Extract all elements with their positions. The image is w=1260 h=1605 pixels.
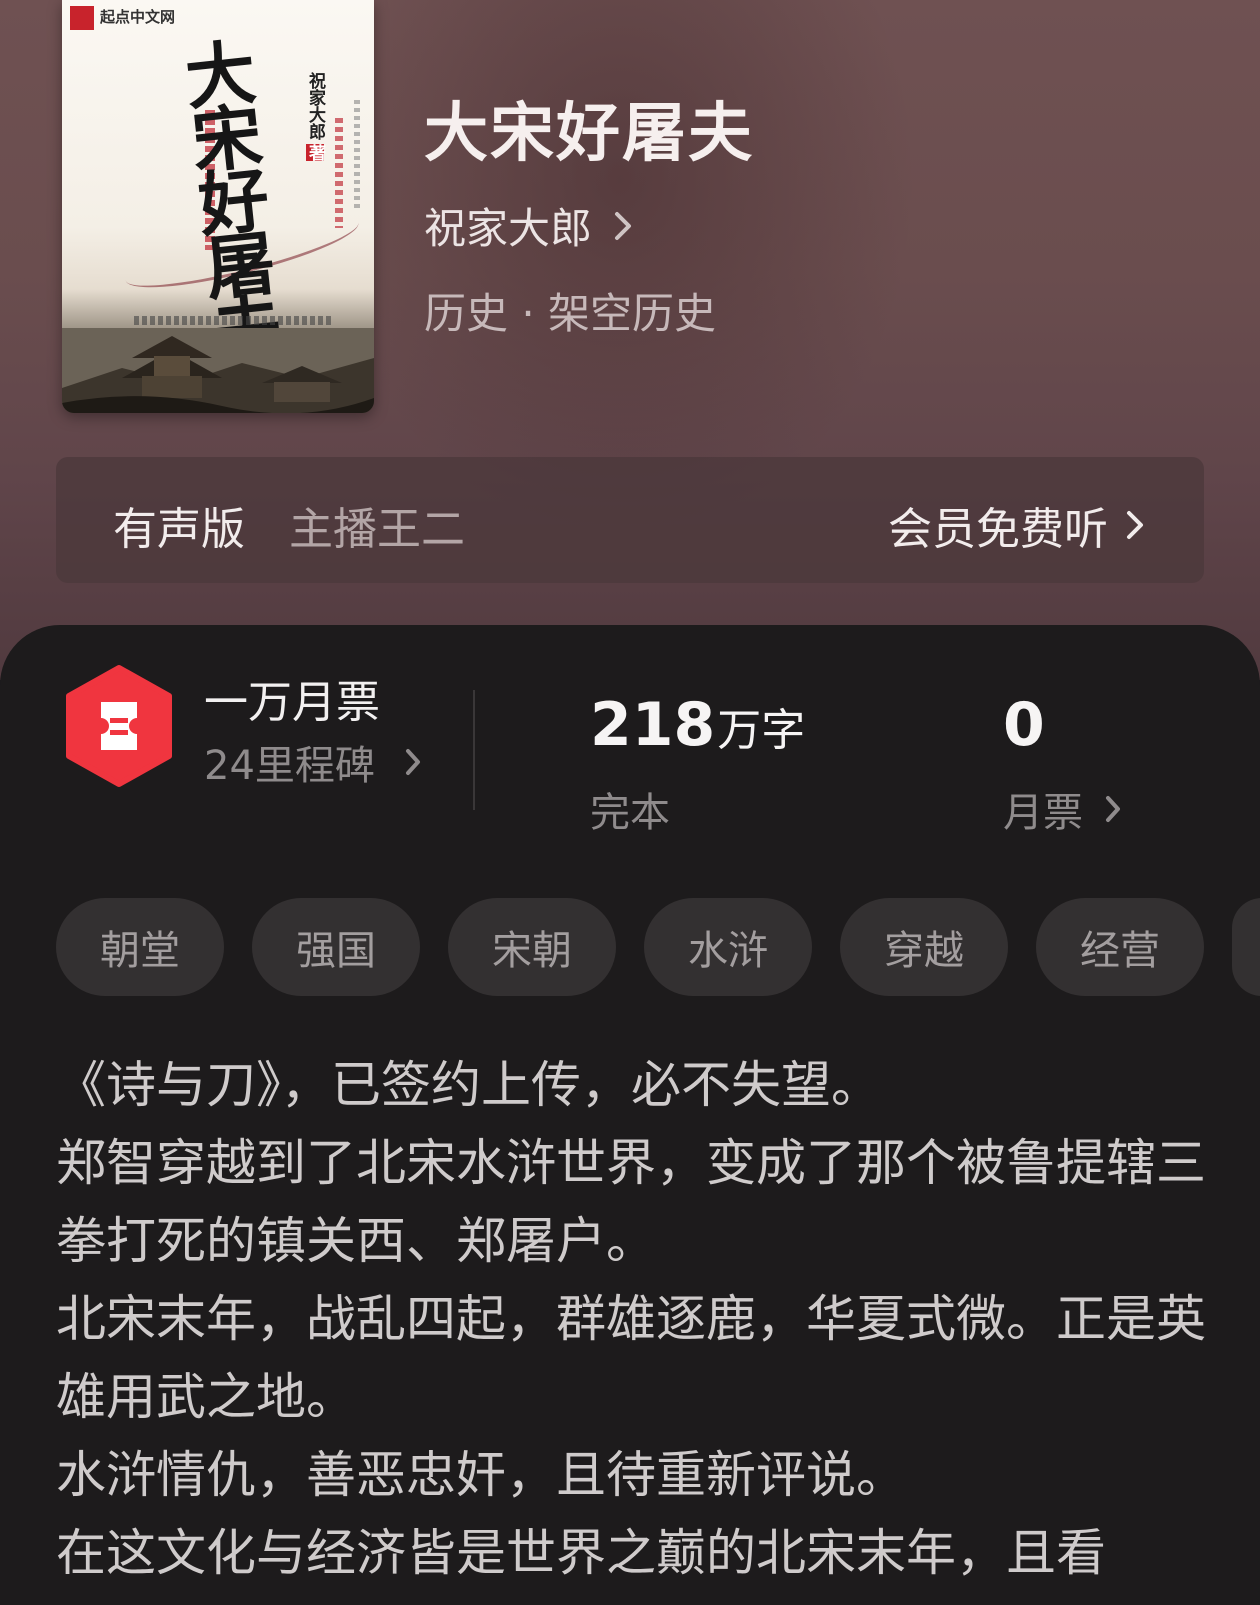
cover-author: 祝家大郎著: [305, 72, 325, 161]
chevron-right-icon: [614, 211, 632, 241]
monthly-ticket-icon: [66, 665, 172, 787]
tag-list: 朝堂 强国 宋朝 水浒 穿越 经营: [56, 898, 1204, 996]
book-synopsis[interactable]: 《诗与刀》，已签约上传，必不失望。 郑智穿越到了北宋水浒世界，变成了那个被鲁提辖…: [56, 1046, 1236, 1592]
chevron-right-icon: [1126, 510, 1144, 540]
genre-label[interactable]: 历史 · 架空历史: [424, 280, 716, 341]
audio-label: 有声版: [113, 504, 245, 555]
word-count-unit: 万字: [717, 705, 806, 756]
tag-chip[interactable]: 穿越: [840, 898, 1008, 996]
milestone-title[interactable]: 一万月票: [204, 666, 380, 730]
book-title: 大宋好屠夫: [424, 96, 754, 171]
cover-author-name: 祝家大郎: [305, 72, 325, 140]
tag-chip[interactable]: 宋朝: [448, 898, 616, 996]
milestone-link[interactable]: 24里程碑: [204, 733, 421, 791]
book-cover[interactable]: 起点中文网 大宋好屠夫 祝家大郎著: [62, 0, 374, 413]
cover-zhu-mark: 著: [305, 144, 325, 161]
chevron-right-icon: [405, 748, 421, 776]
audio-version-bar[interactable]: 有声版 主播王二 会员免费听: [56, 457, 1204, 583]
synopsis-paragraph: 《诗与刀》，已签约上传，必不失望。: [56, 1056, 881, 1114]
qidian-logo-icon: [70, 6, 94, 30]
monthly-ticket-link[interactable]: 月票: [1003, 780, 1121, 838]
tag-chip[interactable]: 经营: [1036, 898, 1204, 996]
synopsis-paragraph: 北宋末年，战乱四起，群雄逐鹿，华夏式微。正是英雄用武之地。: [56, 1290, 1206, 1426]
tag-chip-overflow[interactable]: [1232, 898, 1260, 996]
audio-host: 主播王二: [289, 504, 465, 555]
chevron-right-icon: [1105, 795, 1121, 823]
member-free-listen-button[interactable]: 会员免费听: [888, 493, 1144, 557]
author-link[interactable]: 祝家大郎: [424, 195, 632, 256]
author-name: 祝家大郎: [424, 204, 593, 253]
tag-chip[interactable]: 强国: [252, 898, 420, 996]
completion-status: 完本: [590, 790, 670, 836]
synopsis-paragraph: 在这文化与经济皆是世界之巅的北宋末年，且看: [56, 1524, 1106, 1582]
cover-brand: 起点中文网: [100, 8, 176, 26]
word-count-value: 218: [590, 690, 716, 760]
monthly-ticket-label: 月票: [1003, 790, 1083, 836]
synopsis-paragraph: 郑智穿越到了北宋水浒世界，变成了那个被鲁提辖三拳打死的镇关西、郑屠户。: [56, 1134, 1206, 1270]
member-free-listen-label: 会员免费听: [888, 504, 1108, 555]
cover-red-calligraphy: [335, 118, 343, 228]
stats-divider: [473, 690, 475, 810]
milestone-sub: 24里程碑: [204, 743, 375, 789]
monthly-ticket-count: 0: [1003, 690, 1045, 760]
tag-chip[interactable]: 朝堂: [56, 898, 224, 996]
pagoda-illustration: [62, 328, 374, 413]
tag-chip[interactable]: 水浒: [644, 898, 812, 996]
cover-tagline: [134, 316, 334, 325]
word-count: 218 万字: [590, 690, 805, 760]
synopsis-paragraph: 水浒情仇，善恶忠奸，且待重新评说。: [56, 1446, 906, 1504]
cover-small-text: [354, 100, 360, 210]
